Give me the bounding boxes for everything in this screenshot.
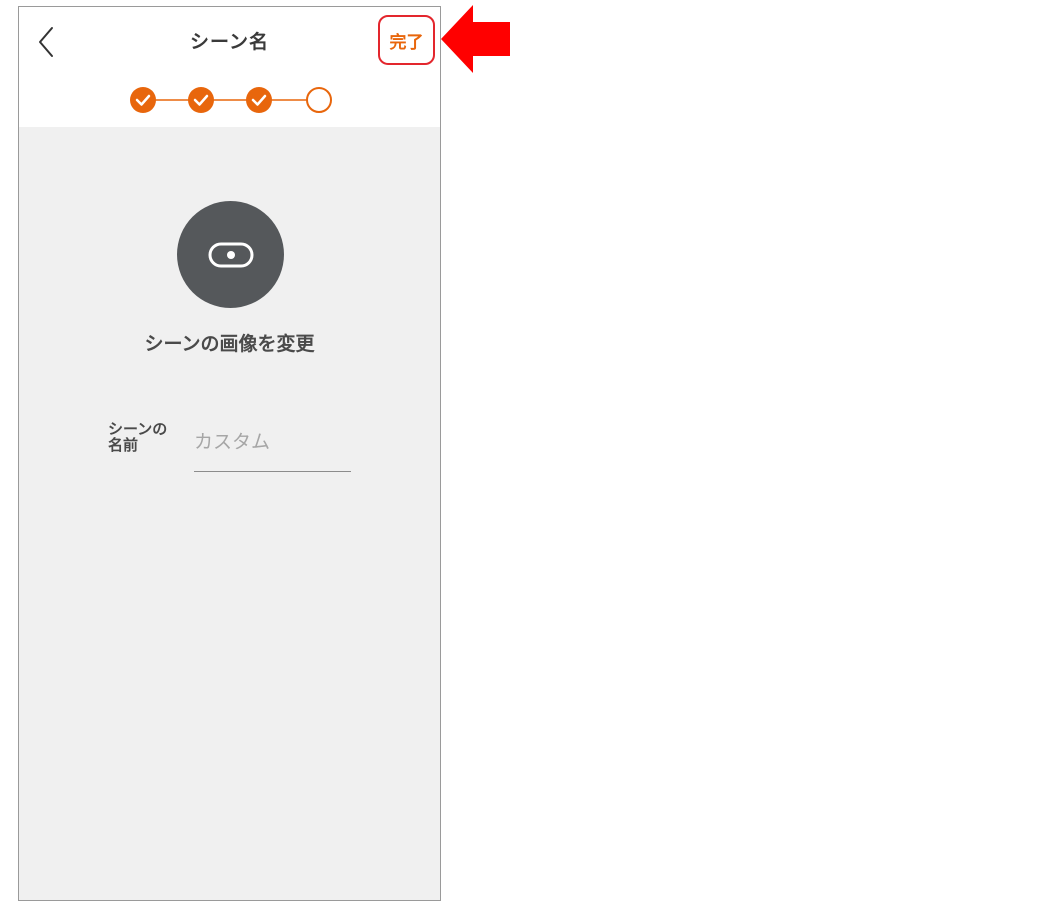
change-image-link[interactable]: シーンの画像を変更 xyxy=(19,329,440,356)
annotation-arrow-icon xyxy=(441,5,510,73)
step-4-current xyxy=(306,87,332,113)
scene-name-label: シーンの 名前 xyxy=(108,421,188,453)
scene-name-input[interactable] xyxy=(194,421,351,472)
done-button[interactable]: 完了 xyxy=(378,15,435,65)
step-3-completed xyxy=(246,87,272,113)
scene-image-icon xyxy=(208,242,253,267)
header: シーン名 完了 xyxy=(19,7,440,127)
step-1-completed xyxy=(130,87,156,113)
phone-screen: シーン名 完了 シーンの画像を変更 シーンの 名前 カスタム xyxy=(18,6,441,901)
step-2-completed xyxy=(188,87,214,113)
scene-name-label-line1: シーンの xyxy=(108,420,168,438)
scene-name-label-line2: 名前 xyxy=(108,436,139,454)
page-title: シーン名 xyxy=(189,31,270,53)
scene-image-button[interactable] xyxy=(177,201,284,308)
progress-stepper xyxy=(130,87,332,113)
